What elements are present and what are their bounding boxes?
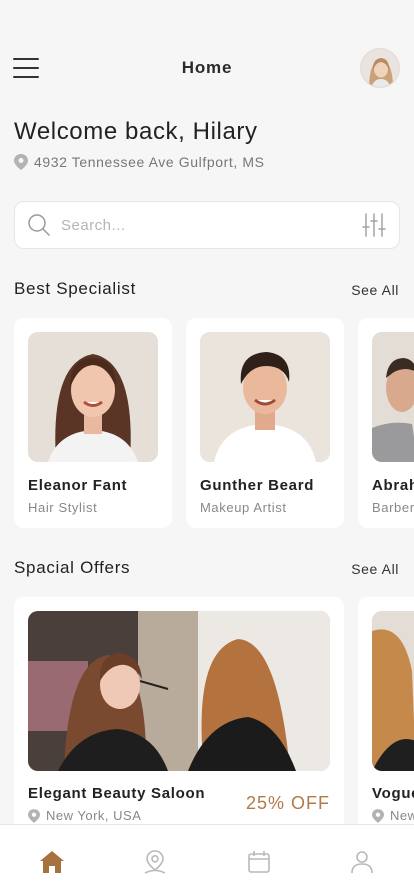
tab-home[interactable] (32, 849, 72, 879)
specialist-role: Hair Stylist (28, 500, 98, 515)
offer-discount-badge: 25% OFF (245, 793, 330, 813)
offer-name: Elegant Beauty Saloon (28, 785, 206, 802)
location-pin-icon (14, 154, 28, 170)
specialist-carousel: Eleanor Fant Hair Stylist Gunther Beard … (14, 318, 414, 528)
user-avatar[interactable] (360, 48, 400, 88)
profile-icon (351, 851, 374, 874)
offer-card[interactable]: Vogue New (358, 597, 414, 827)
search-input[interactable] (61, 216, 361, 234)
search-icon (28, 214, 50, 236)
specialist-role: Makeup Artist (200, 500, 287, 515)
specialist-name: Gunther Beard (200, 477, 315, 494)
specialist-photo (372, 332, 414, 462)
specialists-see-all-link[interactable]: See All (351, 282, 399, 298)
home-icon (39, 851, 64, 873)
search-bar (14, 201, 400, 249)
welcome-heading: Welcome back, Hilary (14, 118, 258, 145)
tab-calendar[interactable] (239, 849, 279, 879)
location-pin-icon (372, 808, 384, 823)
specialist-card[interactable]: Abrah Barber (358, 318, 414, 528)
specialist-card[interactable]: Gunther Beard Makeup Artist (186, 318, 344, 528)
app-header: Home (0, 46, 414, 90)
tab-map[interactable] (135, 849, 175, 879)
offer-location: New York, USA (28, 808, 141, 823)
specialist-card[interactable]: Eleanor Fant Hair Stylist (14, 318, 172, 528)
filter-sliders-icon[interactable] (361, 212, 387, 238)
best-specialist-title: Best Specialist (14, 279, 136, 298)
page-title: Home (181, 58, 233, 77)
special-offers-title: Spacial Offers (14, 558, 131, 577)
specialist-name: Eleanor Fant (28, 477, 128, 494)
bottom-tab-bar (0, 824, 414, 896)
calendar-icon (247, 851, 270, 873)
specialist-role: Barber (372, 500, 414, 515)
offer-photo (28, 611, 330, 771)
location-pin-icon (28, 808, 40, 823)
offer-name: Vogue (372, 785, 414, 802)
user-address: 4932 Tennessee Ave Gulfport, MS (14, 154, 265, 170)
specialist-name: Abrah (372, 477, 414, 494)
address-text: 4932 Tennessee Ave Gulfport, MS (34, 154, 265, 170)
offers-carousel: Elegant Beauty Saloon New York, USA 25% … (14, 597, 414, 827)
tab-profile[interactable] (342, 849, 382, 879)
offer-location-text: New (390, 808, 414, 823)
offer-card[interactable]: Elegant Beauty Saloon New York, USA 25% … (14, 597, 344, 827)
offer-location: New (372, 808, 414, 823)
specialist-photo (28, 332, 158, 462)
offer-location-text: New York, USA (46, 808, 142, 823)
offer-photo (372, 611, 414, 771)
specialist-photo (200, 332, 330, 462)
map-pin-icon (144, 850, 166, 874)
offers-see-all-link[interactable]: See All (351, 561, 399, 577)
